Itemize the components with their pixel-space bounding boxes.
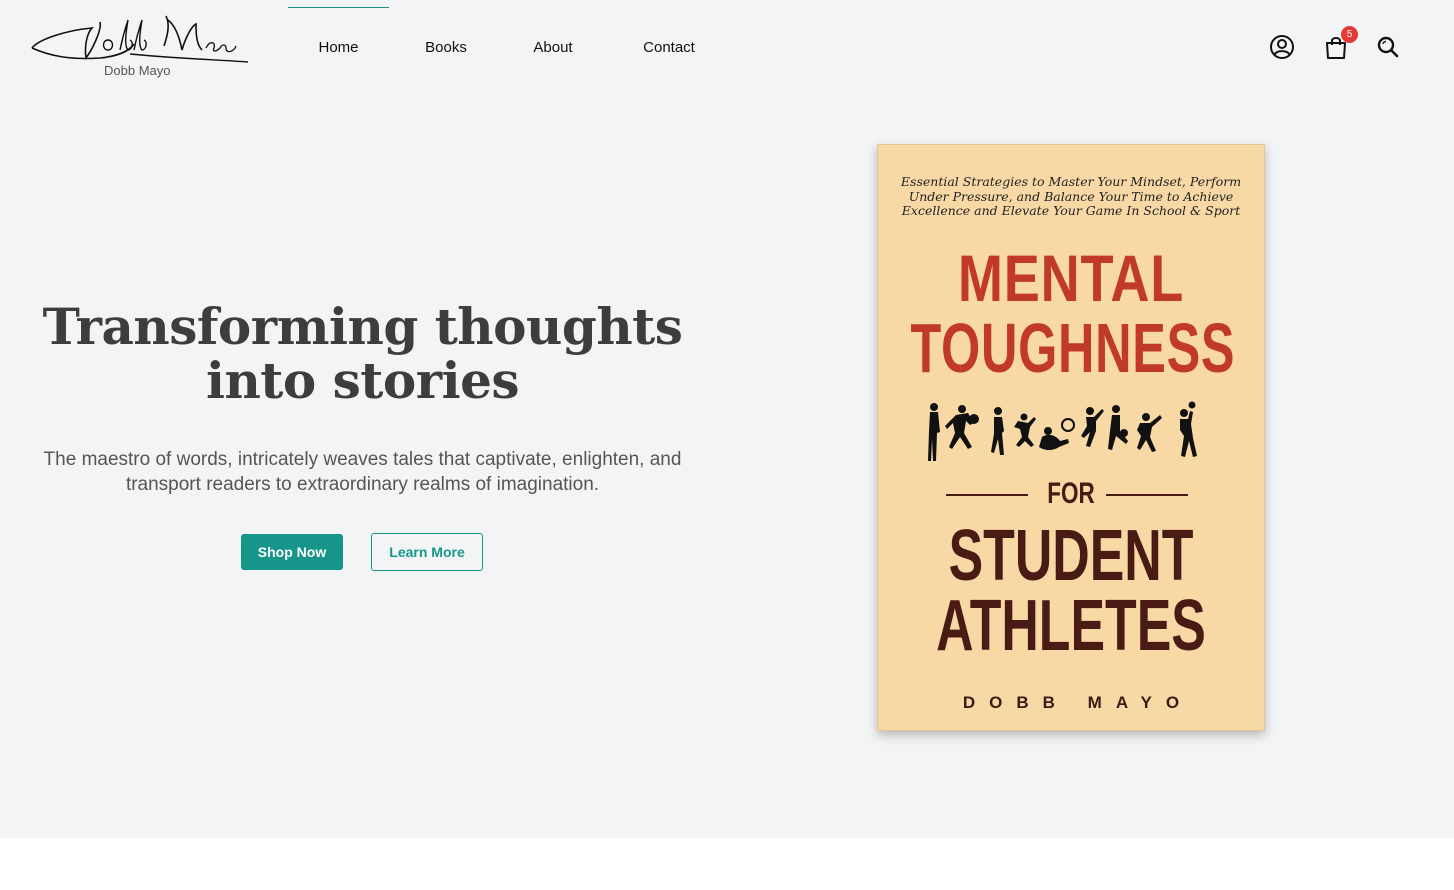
- book-cover[interactable]: Essential Strategies to Master Your Mind…: [877, 144, 1265, 731]
- hero-title-line1: Transforming thoughts: [42, 297, 683, 356]
- book-title-line3: STUDENT: [948, 516, 1194, 596]
- nav-about[interactable]: About: [508, 0, 598, 94]
- page: Dobb Mayo Home Books About Contact 5 Tra…: [0, 0, 1454, 890]
- search-icon: [1377, 36, 1399, 58]
- hero-title: Transforming thoughts into stories: [40, 300, 685, 408]
- cart-count-badge: 5: [1341, 26, 1358, 43]
- learn-more-button[interactable]: Learn More: [371, 533, 483, 571]
- search-button[interactable]: [1374, 33, 1402, 61]
- nav-home[interactable]: Home: [288, 0, 389, 94]
- book-tagline: Essential Strategies to Master Your Mind…: [900, 174, 1242, 218]
- book-title-line4: ATHLETES: [936, 586, 1206, 666]
- nav-books[interactable]: Books: [400, 0, 492, 94]
- athlete-silhouettes-image: [928, 401, 1197, 461]
- book-title-line2: TOUGHNESS: [910, 309, 1236, 387]
- account-button[interactable]: [1268, 33, 1296, 61]
- nav-contact[interactable]: Contact: [624, 0, 714, 94]
- book-author: DOBB MAYO: [962, 693, 1194, 712]
- book-title-line1: MENTAL: [957, 241, 1185, 315]
- hero-subtitle: The maestro of words, intricately weaves…: [43, 449, 682, 495]
- user-circle-icon: [1270, 35, 1294, 59]
- brand-caption: Dobb Mayo: [104, 63, 171, 78]
- signature-logo-image: [31, 15, 249, 63]
- hero-title-line2: into stories: [205, 351, 520, 410]
- book-divider-right: [1106, 494, 1188, 496]
- shop-now-button[interactable]: Shop Now: [241, 534, 343, 570]
- brand-logo[interactable]: Dobb Mayo: [30, 10, 250, 82]
